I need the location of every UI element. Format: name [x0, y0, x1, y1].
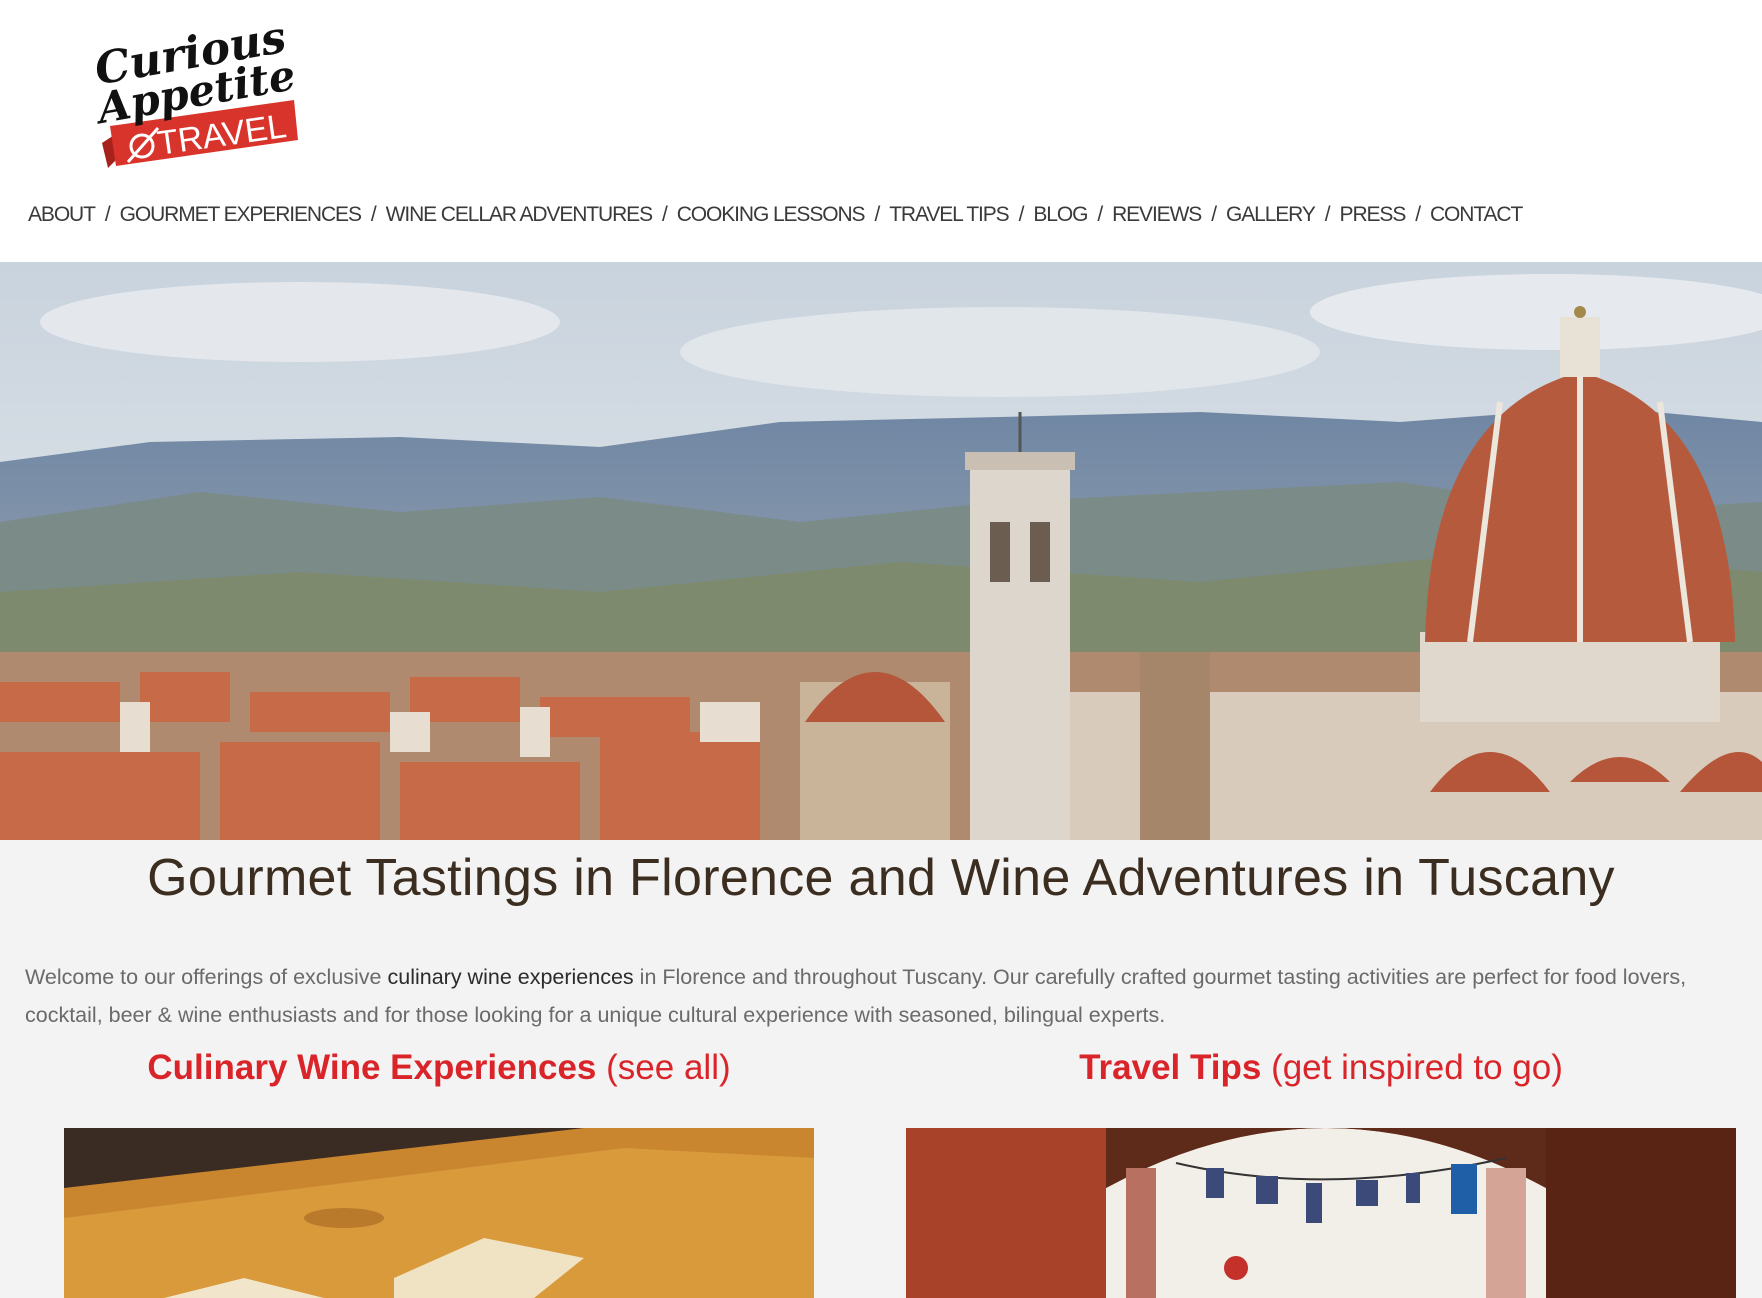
- culinary-experience-thumbnail[interactable]: [64, 1128, 814, 1298]
- main-nav: ABOUT / GOURMET EXPERIENCES / WINE CELLA…: [28, 203, 1523, 227]
- nav-item-contact[interactable]: CONTACT: [1430, 203, 1523, 227]
- nav-separator: /: [1415, 203, 1421, 226]
- intro-paragraph: Welcome to our offerings of exclusive cu…: [25, 958, 1740, 1034]
- site-header: Curious Appetite TRAVEL ABOUT / GOURMET …: [0, 0, 1762, 262]
- see-all-link[interactable]: (see all): [606, 1048, 730, 1087]
- travel-tips-thumbnail[interactable]: [906, 1128, 1736, 1298]
- nav-separator: /: [1324, 203, 1331, 226]
- nav-separator: /: [1018, 203, 1025, 226]
- nav-item-travel-tips[interactable]: TRAVEL TIPS: [889, 203, 1009, 227]
- culinary-wine-experiences-link[interactable]: culinary wine experiences: [388, 965, 634, 989]
- street-laundry-image: [906, 1128, 1736, 1298]
- nav-separator: /: [104, 203, 111, 226]
- nav-item-gourmet-experiences[interactable]: GOURMET EXPERIENCES: [120, 203, 362, 227]
- nav-separator: /: [874, 203, 880, 226]
- culinary-wine-experiences-heading: Culinary Wine Experiences (see all): [0, 1048, 878, 1088]
- nav-separator: /: [661, 203, 668, 226]
- get-inspired-link[interactable]: (get inspired to go): [1271, 1048, 1563, 1087]
- nav-item-wine-cellar-adventures[interactable]: WINE CELLAR ADVENTURES: [386, 203, 653, 227]
- nav-item-gallery[interactable]: GALLERY: [1226, 203, 1316, 227]
- nav-item-about[interactable]: ABOUT: [28, 203, 96, 227]
- hero-image: [0, 262, 1762, 840]
- nav-item-cooking-lessons[interactable]: COOKING LESSONS: [677, 203, 866, 227]
- culinary-wine-experiences-title[interactable]: Culinary Wine Experiences: [147, 1048, 596, 1087]
- cheese-board-image: [64, 1128, 814, 1298]
- nav-separator: /: [1097, 203, 1103, 226]
- nav-item-blog[interactable]: BLOG: [1033, 203, 1088, 227]
- page-title: Gourmet Tastings in Florence and Wine Ad…: [147, 849, 1615, 907]
- travel-tips-title[interactable]: Travel Tips: [1079, 1048, 1261, 1087]
- travel-tips-heading: Travel Tips (get inspired to go): [880, 1048, 1762, 1088]
- florence-skyline-image: [0, 262, 1762, 840]
- nav-separator: /: [1211, 203, 1217, 226]
- logo-graphic: Curious Appetite TRAVEL: [90, 12, 299, 168]
- site-logo[interactable]: Curious Appetite TRAVEL: [80, 8, 310, 188]
- nav-separator: /: [370, 203, 377, 226]
- nav-item-reviews[interactable]: REVIEWS: [1112, 203, 1202, 227]
- intro-text-before: Welcome to our offerings of exclusive: [25, 965, 388, 989]
- nav-item-press[interactable]: PRESS: [1340, 203, 1407, 227]
